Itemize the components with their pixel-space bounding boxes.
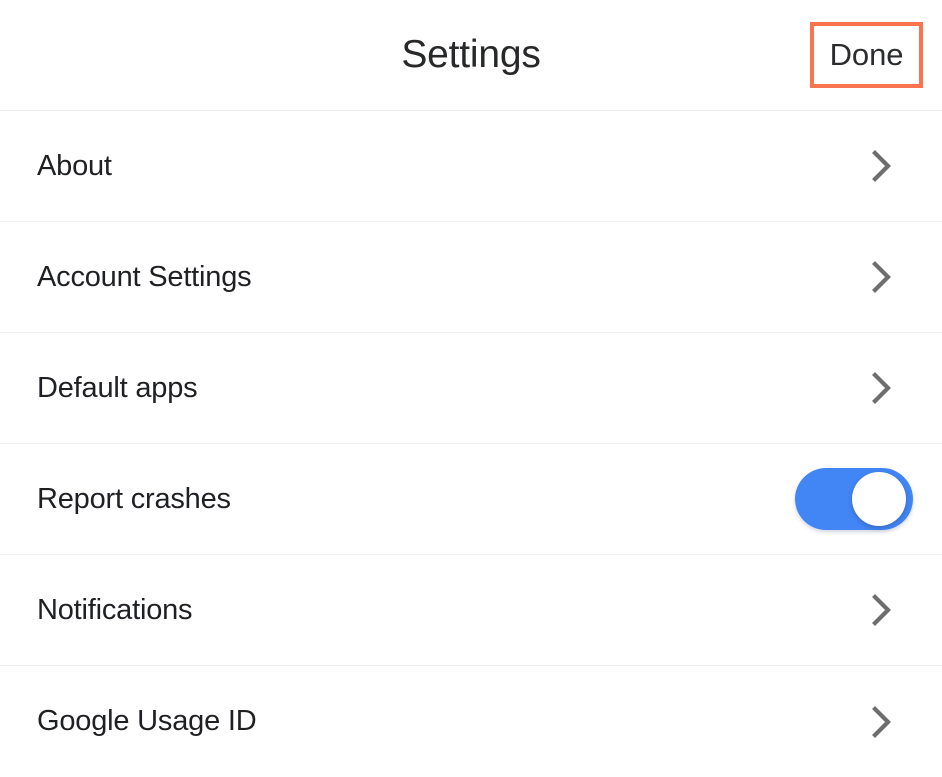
chevron-right-icon [869,148,895,184]
settings-row-account-settings[interactable]: Account Settings [0,222,942,333]
page-title: Settings [401,33,541,76]
settings-row-default-apps[interactable]: Default apps [0,333,942,444]
done-button[interactable]: Done [814,26,919,84]
list-item-label: Notifications [37,593,193,626]
list-item-label: Google Usage ID [37,705,257,737]
settings-row-google-usage-id[interactable]: Google Usage ID [0,666,942,777]
settings-row-report-crashes[interactable]: Report crashes [0,444,942,555]
settings-list: About Account Settings Default apps Repo… [0,111,942,777]
done-button-highlight: Done [810,22,923,88]
settings-header: Settings Done [0,0,942,111]
list-item-label: About [37,149,112,182]
list-item-label: Report crashes [37,482,231,515]
chevron-right-icon [869,704,895,740]
list-item-label: Default apps [37,371,198,404]
settings-row-notifications[interactable]: Notifications [0,555,942,666]
report-crashes-toggle[interactable] [795,468,913,530]
settings-row-about[interactable]: About [0,111,942,222]
chevron-right-icon [869,259,895,295]
toggle-knob [852,472,906,526]
chevron-right-icon [869,592,895,628]
list-item-label: Account Settings [37,260,252,293]
chevron-right-icon [869,370,895,406]
